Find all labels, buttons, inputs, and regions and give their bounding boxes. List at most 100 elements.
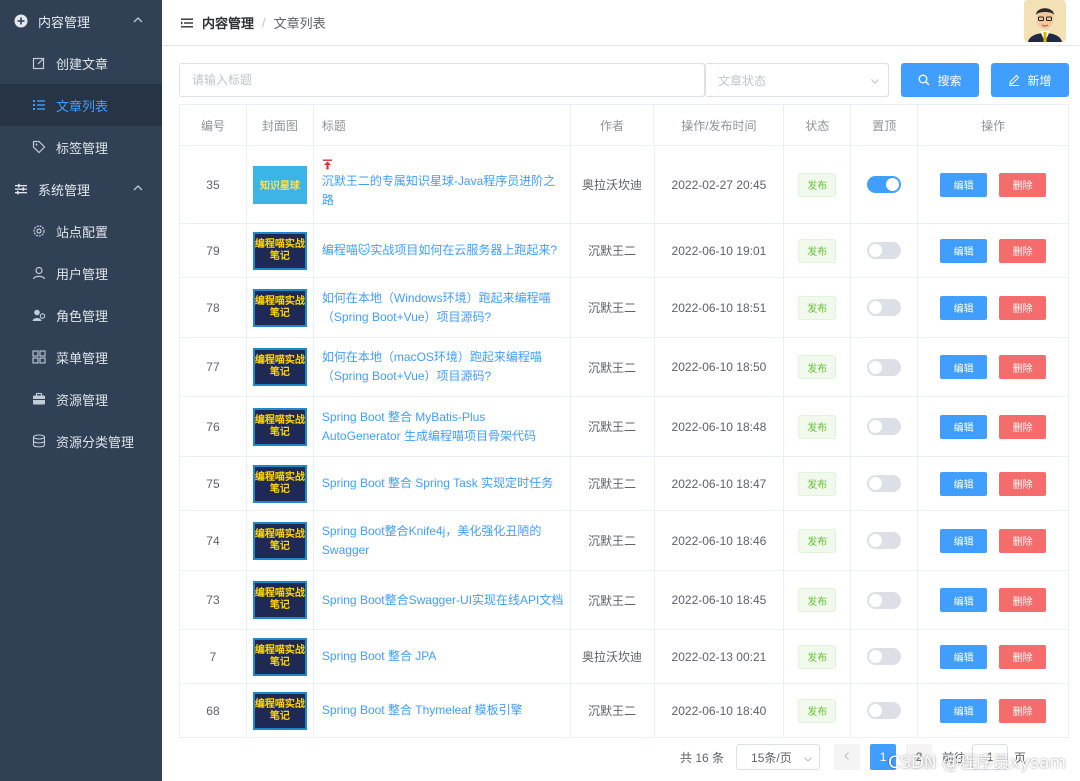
sidebar: 内容管理 创建文章 文章列表 标签管理 系统管理 站点配置 用户管理 角色管理 …: [0, 0, 162, 781]
article-title-link[interactable]: 编程喵🐱实战项目如何在云服务器上跑起来?: [322, 241, 557, 260]
article-title-link[interactable]: Spring Boot 整合 Thymeleaf 模板引擎: [322, 701, 523, 720]
pinned-toggle[interactable]: [867, 299, 902, 316]
status-select[interactable]: 文章状态: [705, 63, 889, 97]
title-wrap: 沉默王二的专属知识星球-Java程序员进阶之路: [322, 159, 564, 210]
sidebar-item-resource-management[interactable]: 资源管理: [0, 378, 162, 420]
delete-button[interactable]: 删除: [999, 471, 1047, 496]
cell-author: 沉默王二: [570, 457, 655, 511]
delete-button[interactable]: 删除: [999, 414, 1047, 439]
cell-status: 发布: [784, 278, 852, 338]
article-title-link[interactable]: Spring Boot 整合 JPA: [322, 647, 437, 666]
menu-group-content[interactable]: 内容管理: [0, 0, 162, 42]
sidebar-item-role-management[interactable]: 角色管理: [0, 294, 162, 336]
edit-button[interactable]: 编辑: [940, 471, 988, 496]
search-button-label: 搜索: [937, 73, 962, 88]
delete-button[interactable]: 删除: [999, 238, 1047, 263]
sidebar-item-tag-management[interactable]: 标签管理: [0, 126, 162, 168]
sidebar-item-label: 站点配置: [56, 224, 109, 240]
pinned-toggle[interactable]: [867, 591, 902, 609]
cell-title: 编程喵🐱实战项目如何在云服务器上跑起来?: [313, 224, 571, 278]
cell-id: 68: [180, 684, 247, 738]
search-icon: [918, 74, 930, 86]
table-row: 75 编程喵实战笔记 Spring Boot 整合 Spring Task 实现…: [180, 457, 1069, 511]
edit-button[interactable]: 编辑: [940, 644, 988, 669]
pinned-toggle[interactable]: [867, 418, 902, 435]
cover-text: 编程喵实战笔记: [254, 698, 305, 722]
menu-group-system[interactable]: 系统管理: [0, 168, 162, 210]
sidebar-item-create-article[interactable]: 创建文章: [0, 42, 162, 84]
page-size-select[interactable]: 15条/页: [736, 744, 821, 770]
user-icon: [32, 266, 46, 280]
title-wrap: 编程喵🐱实战项目如何在云服务器上跑起来?: [322, 241, 557, 260]
cell-id: 78: [180, 278, 247, 338]
article-title-link[interactable]: 如何在本地（Windows环境）跑起来编程喵（Spring Boot+Vue）项…: [322, 289, 564, 327]
cell-pinned: [851, 630, 919, 684]
breadcrumb-item[interactable]: 内容管理: [202, 13, 254, 32]
article-title-link[interactable]: 沉默王二的专属知识星球-Java程序员进阶之路: [322, 172, 564, 210]
article-title-link[interactable]: Spring Boot整合Swagger-UI实现在线API文档: [322, 591, 563, 610]
add-button[interactable]: 新增: [991, 63, 1069, 97]
pinned-toggle[interactable]: [867, 475, 902, 492]
edit-button[interactable]: 编辑: [940, 172, 988, 197]
sidebar-item-article-list[interactable]: 文章列表: [0, 84, 162, 126]
prev-page-button[interactable]: [834, 744, 861, 770]
sidebar-item-menu-management[interactable]: 菜单管理: [0, 336, 162, 378]
article-title-link[interactable]: Spring Boot 整合 MyBatis-Plus AutoGenerato…: [322, 408, 564, 446]
edit-button[interactable]: 编辑: [940, 414, 988, 439]
table-row: 79 编程喵实战笔记 编程喵🐱实战项目如何在云服务器上跑起来? 沉默王二 202…: [180, 224, 1069, 278]
article-title-link[interactable]: Spring Boot 整合 Spring Task 实现定时任务: [322, 474, 553, 493]
delete-button[interactable]: 删除: [999, 295, 1047, 320]
delete-button[interactable]: 删除: [999, 172, 1047, 197]
column-header-id: 编号: [180, 105, 247, 146]
sidebar-item-label: 资源分类管理: [56, 434, 135, 450]
cover-image: 编程喵实战笔记: [252, 521, 307, 560]
plus-circle-icon: [14, 14, 28, 28]
cover-text: 编程喵实战笔记: [254, 238, 305, 262]
title-wrap: Spring Boot 整合 MyBatis-Plus AutoGenerato…: [322, 408, 564, 446]
pinned-toggle[interactable]: [867, 532, 902, 549]
cell-cover: 编程喵实战笔记: [246, 684, 314, 738]
pinned-toggle[interactable]: [867, 702, 902, 719]
edit-button[interactable]: 编辑: [940, 698, 988, 723]
cell-pinned: [851, 684, 919, 738]
article-title-link[interactable]: Spring Boot整合Knife4j，美化强化丑陋的Swagger: [322, 522, 564, 560]
edit-button[interactable]: 编辑: [940, 238, 988, 263]
cell-status: 发布: [784, 684, 852, 738]
pinned-toggle[interactable]: [867, 358, 902, 376]
edit-icon: [32, 56, 46, 70]
column-header-title: 标题: [313, 105, 571, 146]
pinned-toggle[interactable]: [867, 176, 902, 193]
delete-button[interactable]: 删除: [999, 355, 1047, 379]
edit-button[interactable]: 编辑: [940, 355, 988, 379]
search-button[interactable]: 搜索: [901, 63, 979, 97]
hamburger-icon[interactable]: [180, 16, 194, 30]
pinned-toggle[interactable]: [867, 648, 902, 665]
cell-title: Spring Boot整合Knife4j，美化强化丑陋的Swagger: [313, 511, 571, 571]
sidebar-item-site-config[interactable]: 站点配置: [0, 210, 162, 252]
pinned-toggle[interactable]: [867, 242, 902, 259]
cell-cover: 编程喵实战笔记: [246, 630, 314, 684]
cell-id: 74: [180, 511, 247, 571]
delete-button[interactable]: 删除: [999, 528, 1047, 553]
edit-button[interactable]: 编辑: [940, 588, 988, 612]
delete-button[interactable]: 删除: [999, 588, 1047, 612]
article-title-link[interactable]: 如何在本地（macOS环境）跑起来编程喵（Spring Boot+Vue）项目源…: [322, 348, 564, 386]
cell-title: 沉默王二的专属知识星球-Java程序员进阶之路: [313, 146, 571, 224]
watermark: CSDN @程序员xysam: [888, 753, 1066, 773]
title-wrap: Spring Boot整合Knife4j，美化强化丑陋的Swagger: [322, 522, 564, 560]
cover-image: 编程喵实战笔记: [252, 464, 307, 503]
cell-pinned: [851, 278, 919, 338]
sidebar-item-user-management[interactable]: 用户管理: [0, 252, 162, 294]
sidebar-item-resource-category-management[interactable]: 资源分类管理: [0, 420, 162, 462]
cover-image: 编程喵实战笔记: [252, 581, 307, 619]
delete-button[interactable]: 删除: [999, 644, 1047, 669]
edit-button[interactable]: 编辑: [940, 295, 988, 320]
avatar[interactable]: [1024, 0, 1066, 42]
sliders-icon: [14, 182, 28, 196]
delete-button[interactable]: 删除: [999, 698, 1047, 723]
cell-actions: 编辑 删除: [918, 146, 1069, 224]
edit-button[interactable]: 编辑: [940, 528, 988, 553]
title-search-input[interactable]: [179, 63, 705, 97]
pinned-arrow-icon: [322, 159, 333, 170]
cell-time: 2022-06-10 18:46: [654, 511, 785, 571]
